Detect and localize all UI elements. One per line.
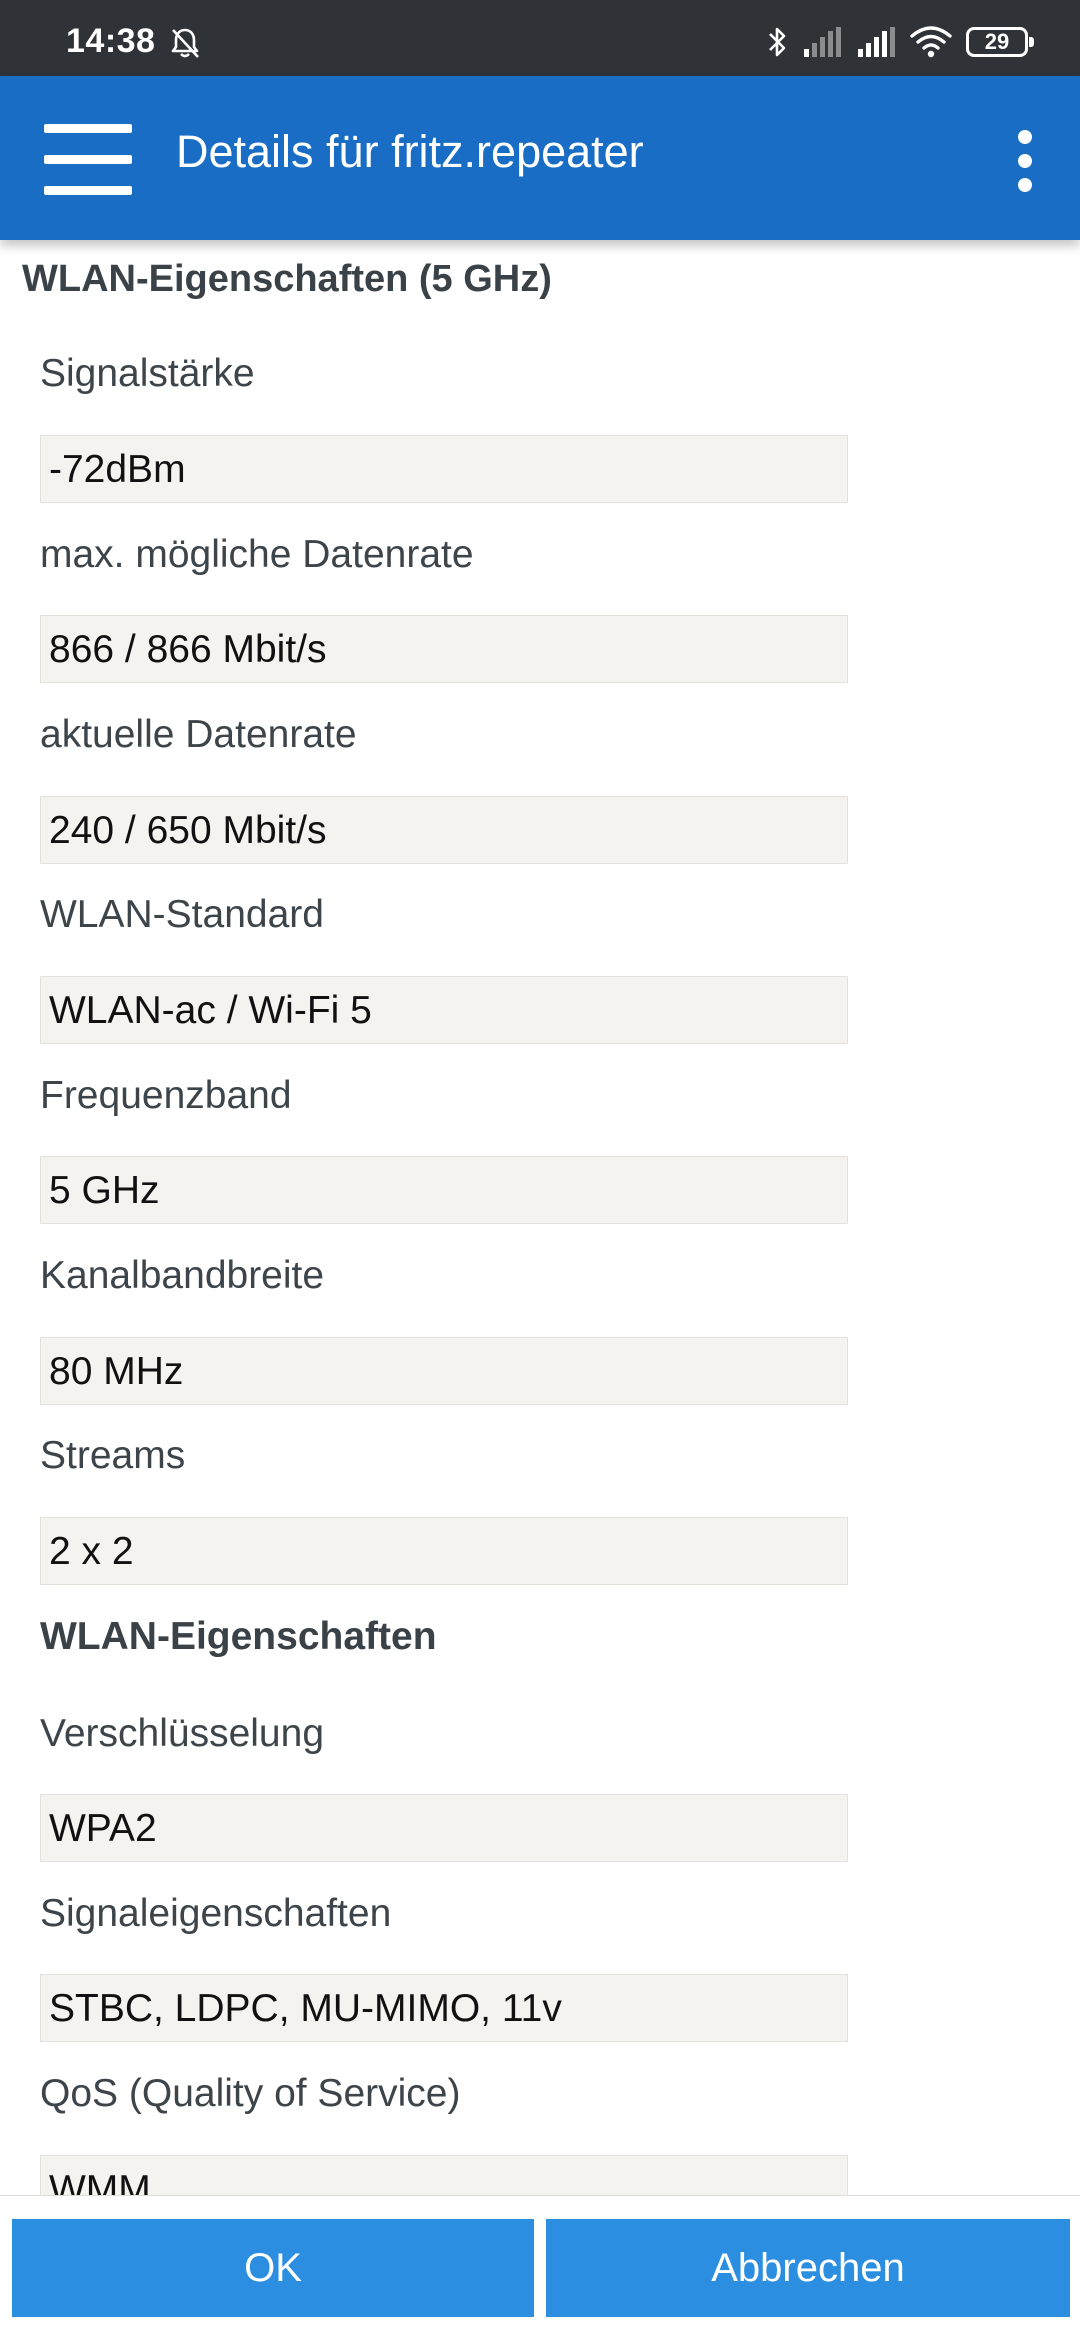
field-value-signalstaerke: -72dBm (40, 435, 848, 503)
page-title: Details für fritz.repeater (176, 126, 644, 177)
field-label-max-datenrate: max. mögliche Datenrate (40, 533, 474, 576)
field-value-qos: WMM (40, 2155, 848, 2195)
field-label-signalstaerke: Signalstärke (40, 352, 255, 395)
status-icons: 29 (766, 22, 1034, 62)
battery-icon: 29 (966, 27, 1034, 57)
field-label-streams: Streams (40, 1434, 186, 1477)
field-value-streams: 2 x 2 (40, 1517, 848, 1585)
field-value-kanalbandbreite: 80 MHz (40, 1337, 848, 1405)
field-label-signaleigenschaften: Signaleigenschaften (40, 1892, 392, 1935)
signal-icon (858, 27, 895, 57)
subsection-title: WLAN-Eigenschaften (40, 1615, 437, 1658)
field-label-verschluesselung: Verschlüsselung (40, 1712, 325, 1755)
field-value-max-datenrate: 866 / 866 Mbit/s (40, 615, 848, 683)
field-value-wlan-standard: WLAN-ac / Wi-Fi 5 (40, 976, 848, 1044)
hamburger-menu-icon[interactable] (44, 124, 132, 195)
field-value-verschluesselung: WPA2 (40, 1794, 848, 1862)
section-title: WLAN-Eigenschaften (5 GHz) (22, 258, 552, 300)
cancel-button[interactable]: Abbrechen (546, 2219, 1070, 2317)
field-label-kanalbandbreite: Kanalbandbreite (40, 1254, 325, 1297)
field-label-frequenzband: Frequenzband (40, 1074, 292, 1117)
dialog-button-bar: OK Abbrechen (0, 2195, 1080, 2341)
status-bar: 14:38 29 (0, 0, 1080, 76)
field-value-signaleigenschaften: STBC, LDPC, MU-MIMO, 11v (40, 1974, 848, 2042)
status-time: 14:38 (66, 22, 156, 60)
details-content[interactable]: WLAN-Eigenschaften (5 GHz) Signalstärke … (0, 240, 1080, 2195)
field-label-wlan-standard: WLAN-Standard (40, 893, 324, 936)
app-bar: Details für fritz.repeater (0, 76, 1080, 240)
field-value-aktuelle-datenrate: 240 / 650 Mbit/s (40, 796, 848, 864)
signal-icon (804, 27, 841, 57)
bell-off-icon (171, 28, 199, 58)
more-vert-icon[interactable] (1010, 128, 1040, 194)
field-label-qos: QoS (Quality of Service) (40, 2072, 461, 2115)
ok-button[interactable]: OK (12, 2219, 534, 2317)
bluetooth-icon (769, 27, 786, 57)
field-value-frequenzband: 5 GHz (40, 1156, 848, 1224)
field-label-aktuelle-datenrate: aktuelle Datenrate (40, 713, 357, 756)
wifi-icon (910, 26, 952, 58)
